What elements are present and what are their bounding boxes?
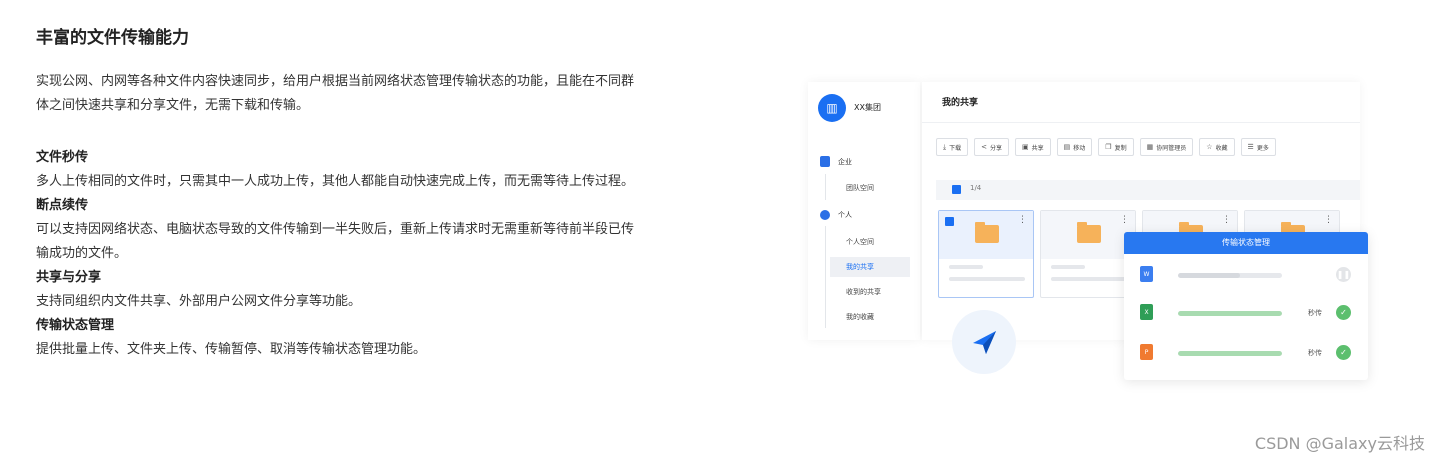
pause-icon[interactable]: ❚❚	[1336, 267, 1351, 282]
folder-card[interactable]: ⋮	[1040, 210, 1136, 298]
product-illustration: ▥ XX集团 企业 团队空间 个人 个人空间 我的共享 收到的共享 我的收藏 我…	[808, 82, 1368, 382]
card-checkbox[interactable]	[945, 217, 954, 226]
sidebar-item-received-shares[interactable]: 收到的共享	[830, 282, 910, 302]
feature-desc: 输成功的文件。	[36, 246, 128, 261]
transfer-status: 秒传	[1308, 349, 1322, 357]
download-icon: ⤓	[943, 142, 947, 151]
transfer-status-panel: 传输状态管理 W ❚❚ X 秒传 ✓ P 秒传 ✓	[1124, 232, 1368, 380]
more-button[interactable]: ☰ 更多	[1240, 138, 1276, 156]
collab-icon: ▦	[1146, 143, 1154, 151]
folder-icon	[1077, 222, 1101, 243]
selection-count: 1/4	[970, 184, 982, 192]
progress-track	[1178, 273, 1282, 278]
toolbar: ⤓ 下载 < 分享 ▣ 共享 ▤ 移动 ❐ 复制 ▦ 协同管理员 ☆ 收藏 ☰ 更多	[936, 138, 1276, 156]
feature-title: 传输状态管理	[36, 318, 115, 333]
placeholder-bar	[949, 277, 1025, 281]
copy-icon: ❐	[1105, 143, 1112, 151]
copy-button[interactable]: ❐ 复制	[1098, 138, 1134, 156]
paper-plane-icon	[952, 310, 1016, 374]
page-title: 我的共享	[942, 98, 979, 108]
sidebar-item-my-shares[interactable]: 我的共享	[830, 257, 910, 277]
progress-fill	[1178, 351, 1282, 356]
section-heading: 丰富的文件传输能力	[36, 28, 189, 48]
download-button[interactable]: ⤓ 下载	[936, 138, 969, 156]
intro-paragraph: 实现公网、内网等各种文件内容快速同步，给用户根据当前网络状态管理传输状态的功能，…	[36, 70, 696, 118]
sidebar-group-label: 企业	[838, 157, 852, 166]
check-icon: ✓	[1336, 345, 1351, 360]
select-all-checkbox[interactable]	[952, 185, 961, 194]
check-icon: ✓	[1336, 305, 1351, 320]
favorite-button[interactable]: ☆ 收藏	[1199, 138, 1235, 156]
co-share-button[interactable]: ▣ 共享	[1015, 138, 1051, 156]
person-icon	[820, 210, 830, 220]
feature-list: 文件秒传 多人上传相同的文件时，只需其中一人成功上传，其他人都能自动快速完成上传…	[36, 146, 696, 362]
folder-icon	[975, 222, 999, 243]
transfer-status: 秒传	[1308, 309, 1322, 317]
folder-card[interactable]: ⋮	[938, 210, 1034, 298]
content-column: 丰富的文件传输能力 实现公网、内网等各种文件内容快速同步，给用户根据当前网络状态…	[36, 26, 696, 362]
brand-name: XX集团	[854, 103, 881, 112]
more-icon: ☰	[1247, 143, 1254, 151]
intro-line: 体之间快速共享和分享文件，无需下载和传输。	[36, 98, 310, 113]
feature-title: 共享与分享	[36, 270, 102, 285]
feature-desc: 提供批量上传、文件夹上传、传输暂停、取消等传输状态管理功能。	[36, 342, 427, 357]
sidebar-item-favorites[interactable]: 我的收藏	[830, 307, 910, 327]
divider	[922, 122, 1360, 123]
move-icon: ▤	[1063, 143, 1071, 151]
star-icon: ☆	[1206, 143, 1213, 151]
share-icon: <	[981, 143, 987, 151]
building-icon: ▥	[818, 94, 846, 122]
progress-track	[1178, 351, 1282, 356]
co-share-icon: ▣	[1022, 143, 1029, 151]
share-button[interactable]: < 分享	[974, 138, 1010, 156]
placeholder-bar	[1051, 265, 1085, 269]
feature-desc: 支持同组织内文件共享、外部用户公网文件分享等功能。	[36, 294, 362, 309]
move-button[interactable]: ▤ 移动	[1056, 138, 1093, 156]
feature-desc: 多人上传相同的文件时，只需其中一人成功上传，其他人都能自动快速完成上传，而无需等…	[36, 174, 635, 189]
panel-title: 传输状态管理	[1124, 232, 1368, 254]
feature-title: 文件秒传	[36, 150, 89, 165]
ppt-file-icon: P	[1140, 344, 1153, 360]
transfer-row: P 秒传 ✓	[1124, 342, 1368, 364]
more-vertical-icon[interactable]: ⋮	[1222, 215, 1231, 225]
word-file-icon: W	[1140, 266, 1153, 282]
feature-desc: 可以支持因网络状态、电脑状态导致的文件传输到一半失败后，重新上传请求时无需重新等…	[36, 222, 635, 237]
transfer-row: W ❚❚	[1124, 264, 1368, 286]
sidebar-group-personal[interactable]: 个人	[820, 210, 852, 220]
collab-admin-button[interactable]: ▦ 协同管理员	[1139, 138, 1194, 156]
enterprise-icon	[820, 156, 830, 167]
placeholder-bar	[1051, 277, 1127, 281]
tree-line	[825, 174, 826, 200]
intro-line: 实现公网、内网等各种文件内容快速同步，给用户根据当前网络状态管理传输状态的功能，…	[36, 74, 635, 89]
sidebar-item-team-space[interactable]: 团队空间	[830, 178, 910, 198]
excel-file-icon: X	[1140, 304, 1153, 320]
more-vertical-icon[interactable]: ⋮	[1324, 215, 1333, 225]
more-vertical-icon[interactable]: ⋮	[1120, 215, 1129, 225]
sidebar-item-personal-space[interactable]: 个人空间	[830, 232, 910, 252]
selection-bar: 1/4	[936, 180, 1360, 200]
progress-fill	[1178, 273, 1241, 278]
transfer-row: X 秒传 ✓	[1124, 302, 1368, 324]
tree-line	[825, 226, 826, 328]
sidebar-group-label: 个人	[838, 211, 852, 219]
more-vertical-icon[interactable]: ⋮	[1018, 215, 1027, 225]
watermark: CSDN @Galaxy云科技	[1254, 434, 1425, 453]
app-sidebar: ▥ XX集团 企业 团队空间 个人 个人空间 我的共享 收到的共享 我的收藏	[808, 82, 920, 340]
sidebar-group-enterprise[interactable]: 企业	[820, 156, 852, 167]
progress-fill	[1178, 311, 1282, 316]
placeholder-bar	[949, 265, 983, 269]
feature-title: 断点续传	[36, 198, 89, 213]
progress-track	[1178, 311, 1282, 316]
